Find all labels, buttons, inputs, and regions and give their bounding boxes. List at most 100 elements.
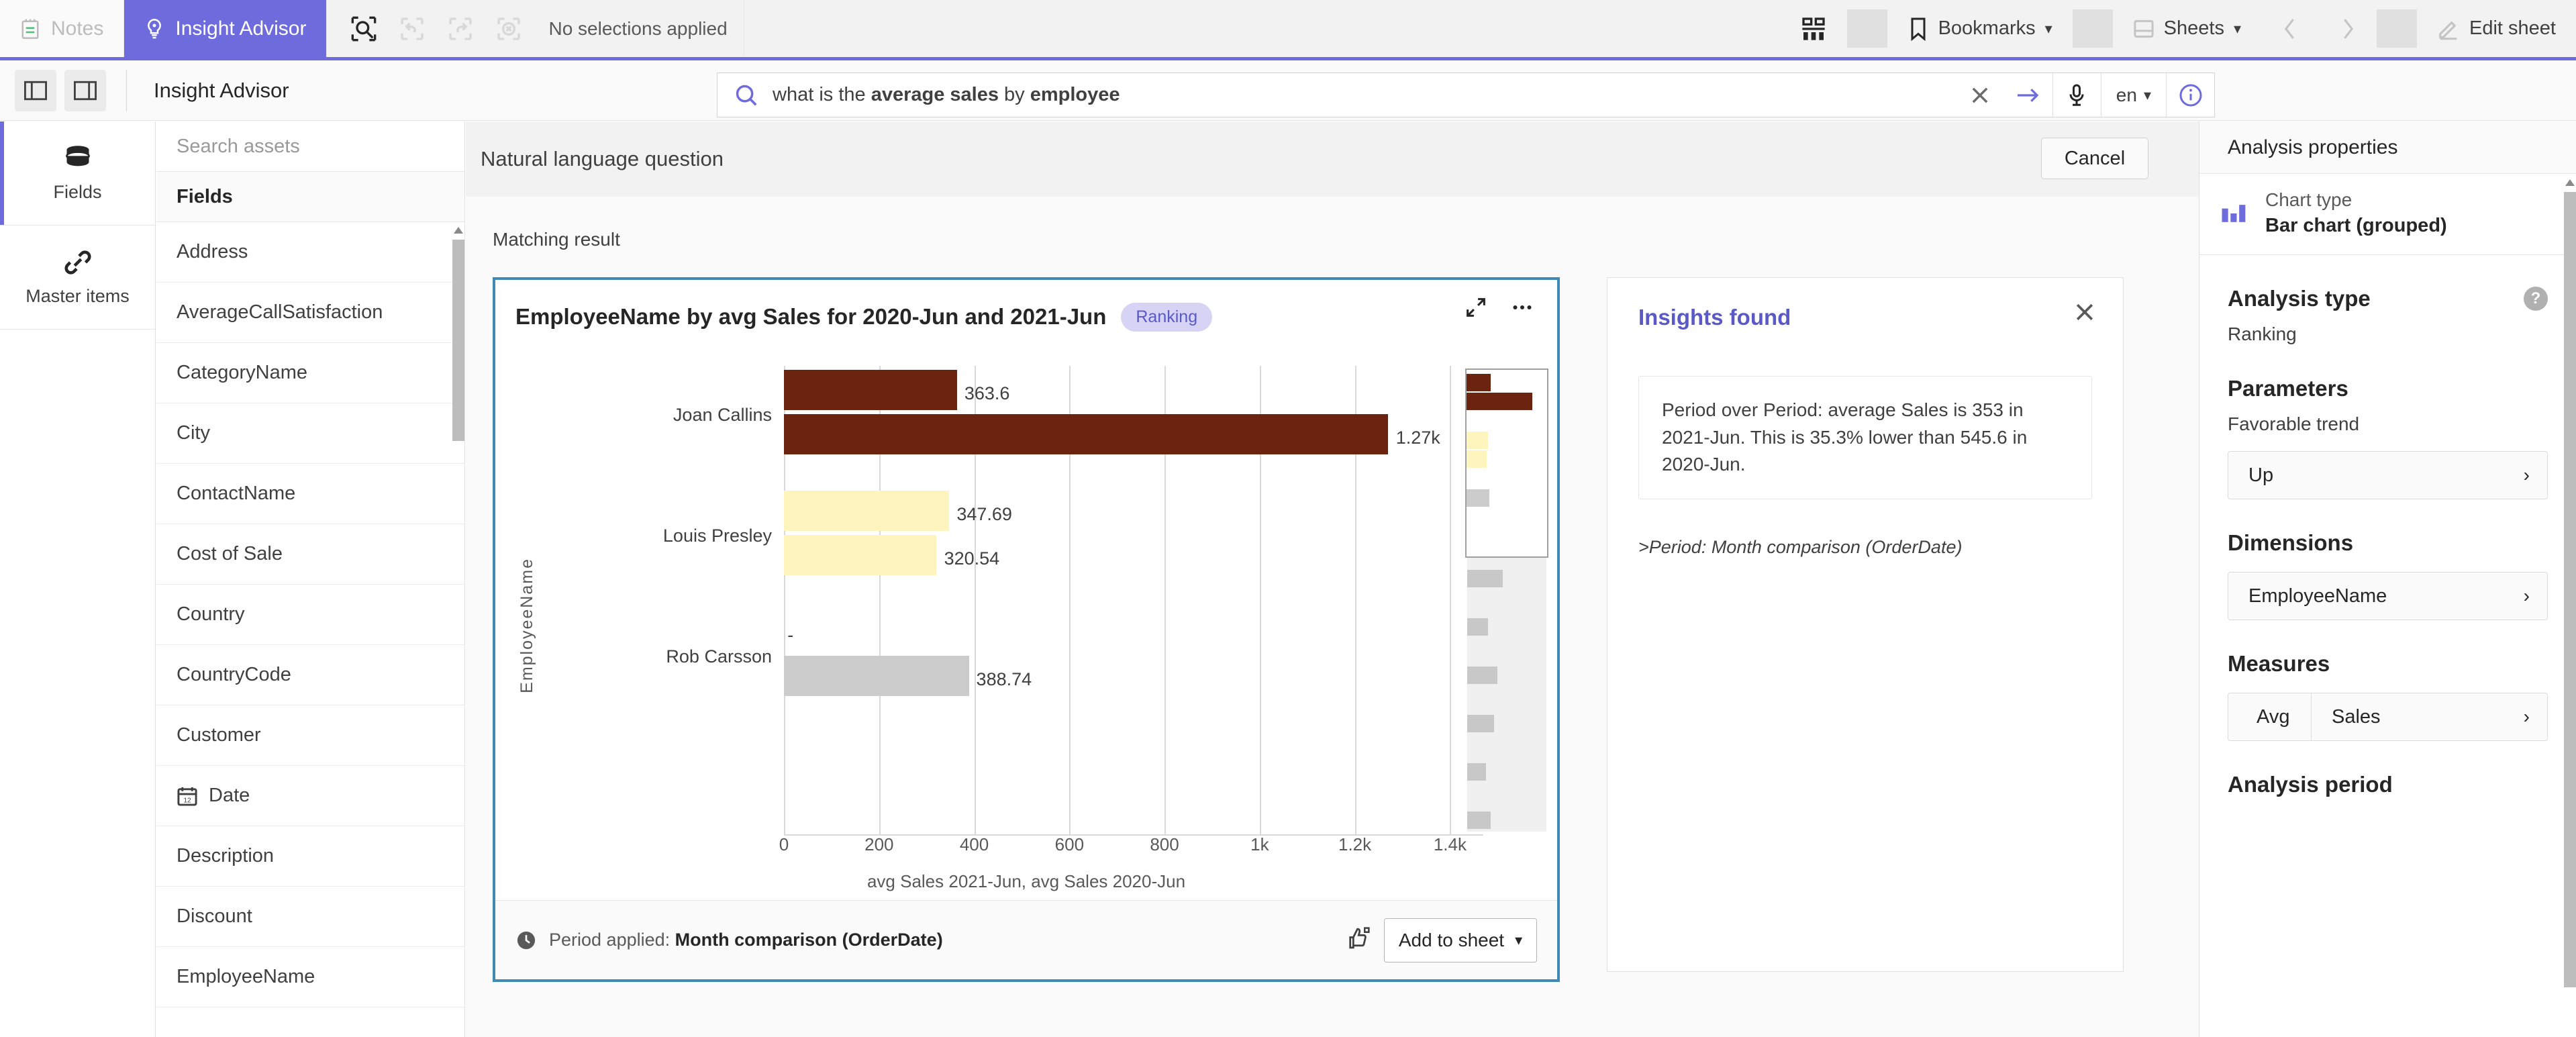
selections-status-text: No selections applied — [548, 17, 728, 39]
bar[interactable] — [784, 414, 1389, 454]
arrow-right-icon — [2017, 88, 2039, 102]
selection-undo-icon[interactable] — [391, 8, 433, 50]
rail-item-master-items[interactable]: Master items — [0, 226, 155, 330]
list-item[interactable]: Discount — [156, 887, 464, 947]
list-item[interactable]: Address — [156, 222, 464, 283]
expand-chart-button[interactable] — [1465, 296, 1487, 322]
assets-field-list: Address AverageCallSatisfaction Category… — [156, 222, 464, 1037]
nav-item-notes-label: Notes — [51, 17, 104, 40]
bar[interactable] — [784, 535, 937, 575]
topnav-right-group: Bookmarks ▾ Sheets ▾ Edit sheet — [1780, 0, 2576, 57]
selection-search-icon[interactable] — [343, 8, 385, 50]
search-input[interactable]: what is the average sales by employee — [717, 73, 1956, 117]
gridline — [1450, 366, 1452, 836]
info-button[interactable] — [2166, 73, 2214, 117]
analysis-type-title: Analysis type — [2228, 286, 2371, 311]
list-item[interactable]: Customer — [156, 705, 464, 766]
nlq-search-bar[interactable]: what is the average sales by employee en… — [717, 72, 2215, 117]
bar-value-label: 363.6 — [964, 383, 1010, 403]
bar[interactable] — [784, 370, 957, 410]
sheet-grid-button[interactable] — [1780, 0, 1847, 57]
scroll-up-icon[interactable] — [2564, 176, 2576, 189]
list-item[interactable]: AverageCallSatisfaction — [156, 283, 464, 343]
right-panel-icon — [74, 81, 97, 100]
scrollbar-thumb[interactable] — [2564, 192, 2576, 987]
insight-text-box: Period over Period: average Sales is 353… — [1638, 376, 2092, 499]
add-to-sheet-button[interactable]: Add to sheet ▾ — [1384, 918, 1537, 962]
minimap-bar — [1467, 811, 1491, 829]
assets-section-header: Fields — [156, 172, 464, 222]
bookmarks-button[interactable]: Bookmarks ▾ — [1887, 0, 2073, 57]
y-axis-title-text: EmployeeName — [517, 558, 536, 693]
bar[interactable] — [784, 491, 950, 531]
sheet-prev-button[interactable] — [2261, 0, 2319, 57]
list-item[interactable]: Description — [156, 826, 464, 887]
chart-minimap-scrollbar[interactable] — [1465, 368, 1548, 832]
clear-search-button[interactable] — [1956, 73, 2004, 117]
x-tick-label: 0 — [779, 834, 789, 854]
list-item[interactable]: Cost of Sale — [156, 524, 464, 585]
scroll-up-icon[interactable] — [452, 224, 464, 237]
list-item[interactable]: CountryCode — [156, 645, 464, 705]
submit-search-button[interactable] — [2004, 73, 2052, 117]
bar[interactable] — [784, 656, 969, 696]
assets-scrollbar[interactable] — [452, 222, 464, 1037]
sheet-next-button[interactable] — [2319, 0, 2377, 57]
measure-selector[interactable]: Avg Sales › — [2228, 693, 2548, 741]
chart-more-options-button[interactable] — [1510, 296, 1534, 322]
period-applied-value: Month comparison (OrderDate) — [675, 930, 943, 950]
voice-input-button[interactable] — [2052, 73, 2101, 117]
chart-type-row[interactable]: Chart type Bar chart (grouped) — [2199, 175, 2576, 255]
dimension-selector[interactable]: EmployeeName › — [2228, 572, 2548, 620]
list-item[interactable]: City — [156, 403, 464, 464]
chart-type-labels: Chart type Bar chart (grouped) — [2265, 189, 2447, 237]
dimension-value: EmployeeName — [2248, 585, 2387, 607]
bookmarks-label: Bookmarks — [1938, 17, 2036, 39]
close-insights-button[interactable] — [2073, 301, 2096, 327]
scrollbar-thumb[interactable] — [452, 240, 464, 441]
edit-sheet-button[interactable]: Edit sheet — [2417, 0, 2576, 57]
list-item[interactable]: Country — [156, 585, 464, 645]
list-item[interactable]: CategoryName — [156, 343, 464, 403]
selection-redo-icon[interactable] — [440, 8, 481, 50]
chevron-right-icon: › — [2523, 585, 2530, 606]
bar-value-label: 320.54 — [944, 548, 1000, 569]
category-label: Joan Callins — [673, 405, 772, 425]
nlq-header: Natural language question Cancel — [466, 121, 2199, 197]
lightbulb-icon — [148, 18, 162, 38]
chevron-down-icon: ▾ — [2044, 19, 2052, 37]
close-icon — [2076, 303, 2093, 321]
search-text-part2: by — [998, 84, 1030, 105]
sheets-button[interactable]: Sheets ▾ — [2113, 0, 2261, 57]
close-icon — [1972, 87, 1988, 103]
assets-search-input[interactable]: Search assets — [156, 121, 464, 172]
chart-card[interactable]: EmployeeName by avg Sales for 2020-Jun a… — [493, 277, 1560, 982]
list-item[interactable]: 12 Date — [156, 766, 464, 826]
field-label: Country — [177, 603, 245, 625]
nav-item-notes[interactable]: Notes — [0, 0, 125, 57]
minimap-bar — [1467, 666, 1497, 684]
toggle-right-panel-button[interactable] — [64, 69, 106, 111]
field-label: AverageCallSatisfaction — [177, 301, 383, 323]
language-selector[interactable]: en ▾ — [2100, 73, 2166, 117]
topnav-spacer — [744, 0, 1780, 57]
nlq-title: Natural language question — [481, 147, 724, 170]
cancel-button[interactable]: Cancel — [2041, 138, 2148, 179]
list-item[interactable]: EmployeeName — [156, 947, 464, 1007]
favorable-trend-selector[interactable]: Up › — [2228, 451, 2548, 499]
toggle-left-panel-button[interactable] — [15, 69, 56, 111]
insights-title: Insights found — [1638, 305, 1791, 330]
rail-item-fields[interactable]: Fields — [0, 121, 155, 226]
bar-chart-plot: EmployeeName Joan Callins 363.6 1.27k Lo… — [495, 354, 1557, 897]
nav-item-insight-advisor[interactable]: Insight Advisor — [124, 0, 328, 57]
pencil-icon — [2439, 21, 2457, 40]
field-label: CountryCode — [177, 664, 291, 685]
properties-scrollbar[interactable] — [2564, 175, 2576, 1037]
topnav-divider-1 — [1846, 9, 1887, 48]
clear-selections-icon[interactable] — [488, 8, 530, 50]
list-item[interactable]: ContactName — [156, 464, 464, 524]
minimap-viewport[interactable] — [1465, 368, 1548, 558]
help-icon[interactable]: ? — [2524, 287, 2548, 311]
y-axis-title: EmployeeName — [510, 354, 544, 897]
feedback-button[interactable] — [1345, 925, 1372, 955]
